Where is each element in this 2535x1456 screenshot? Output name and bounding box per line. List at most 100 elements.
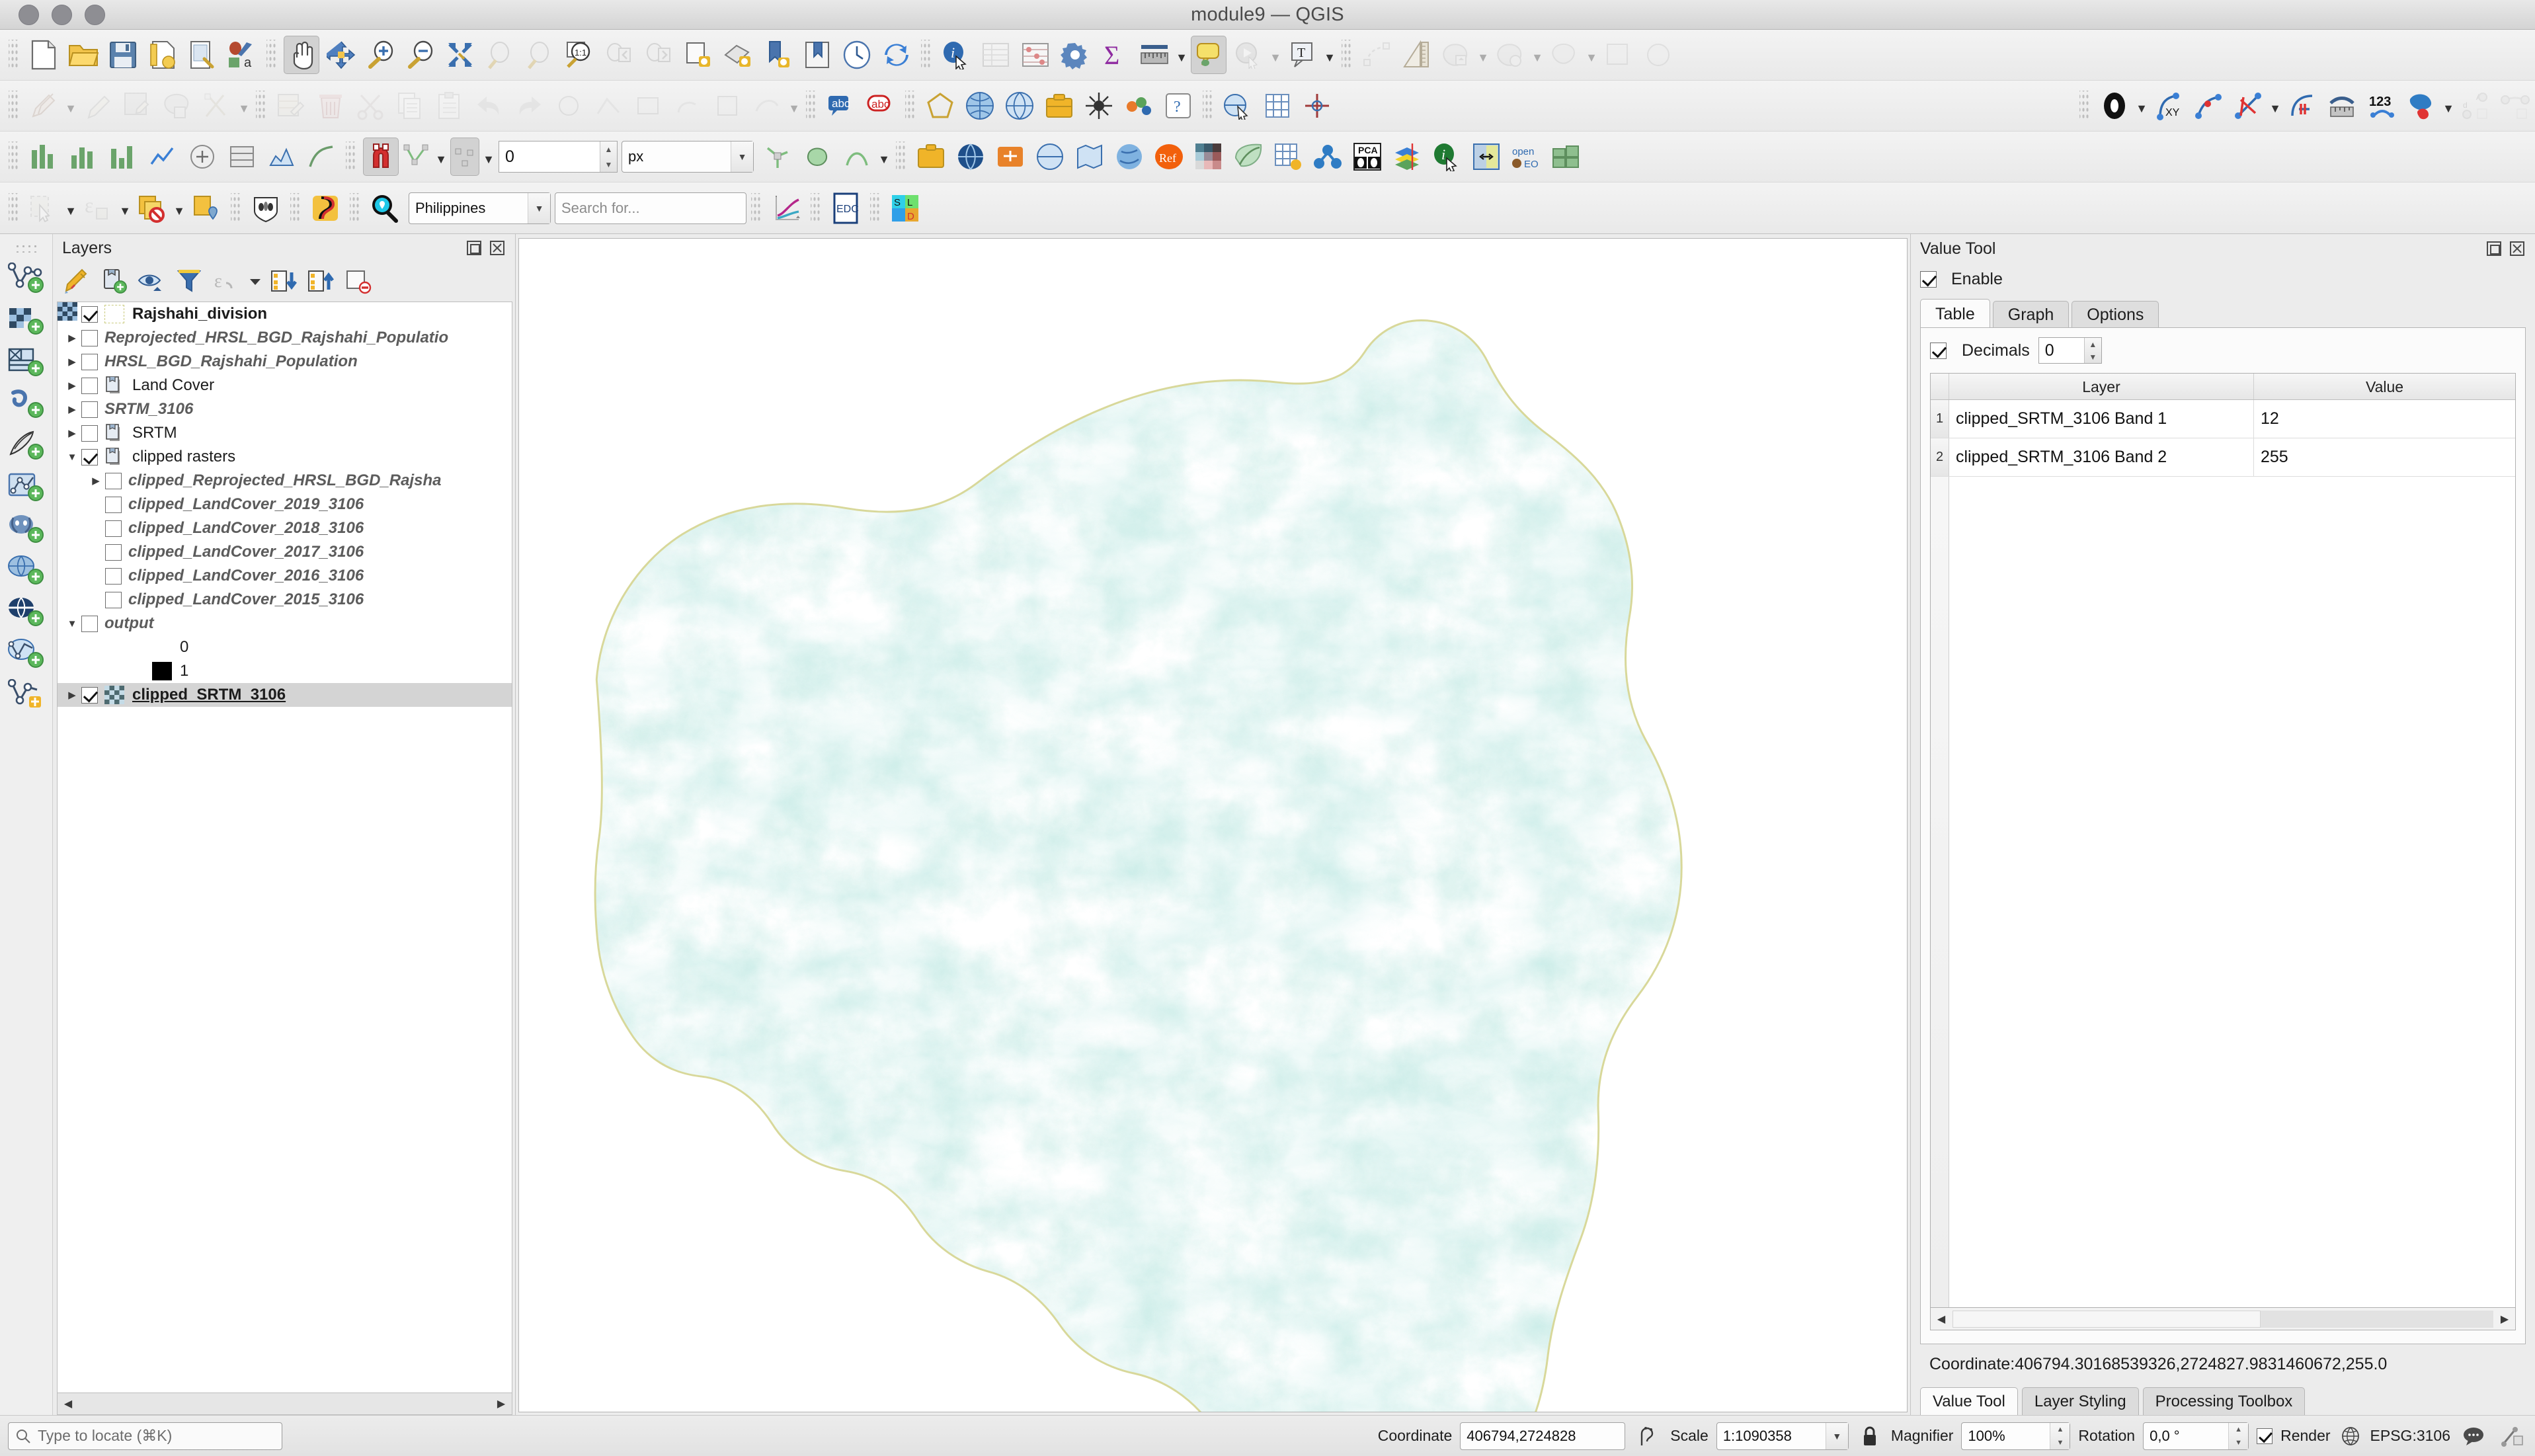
curve-icon[interactable] bbox=[303, 138, 339, 176]
raster-band-icon[interactable] bbox=[224, 138, 260, 176]
circle-tool-icon[interactable] bbox=[2097, 87, 2132, 125]
layer-visibility-checkbox[interactable] bbox=[81, 425, 98, 442]
snapping-tolerance-input[interactable] bbox=[499, 142, 600, 172]
snapping-options-caret[interactable]: ▼ bbox=[877, 138, 891, 176]
chevron-down-icon[interactable]: ▼ bbox=[528, 192, 550, 223]
toolbar-grip[interactable] bbox=[9, 142, 19, 172]
scroll-right-icon[interactable]: ▶ bbox=[2496, 1311, 2513, 1328]
zoom-next-icon[interactable] bbox=[641, 36, 676, 74]
new-geopackage-layer-icon[interactable] bbox=[3, 465, 50, 506]
open-attribute-table-icon[interactable] bbox=[978, 36, 1014, 74]
run-action-caret[interactable]: ▼ bbox=[1268, 36, 1283, 74]
stepper-down-icon[interactable]: ▼ bbox=[2085, 350, 2101, 363]
openeo-plugin-icon[interactable]: open EO bbox=[1508, 138, 1544, 176]
digitize-vertices-icon[interactable] bbox=[2191, 87, 2226, 125]
reshape-caret[interactable]: ▼ bbox=[787, 87, 801, 125]
circles-plugin-icon[interactable] bbox=[1121, 87, 1156, 125]
scale-combo[interactable]: 1:1090358 ▼ bbox=[1716, 1422, 1849, 1450]
rotation-arrows[interactable]: ▲ ▼ bbox=[2228, 1422, 2249, 1449]
add-mesh-layer-icon[interactable] bbox=[3, 382, 50, 423]
add-ring-icon[interactable] bbox=[630, 87, 666, 125]
layer-tree-row[interactable]: clipped_LandCover_2018_3106 bbox=[58, 302, 512, 540]
temporal-profile-icon[interactable] bbox=[768, 189, 804, 227]
qgis2web-icon[interactable] bbox=[1220, 87, 1256, 125]
deselect-all-caret[interactable]: ▼ bbox=[172, 189, 186, 227]
text-annotation-icon[interactable]: T bbox=[1285, 36, 1320, 74]
line-chart-blue-icon[interactable] bbox=[145, 138, 181, 176]
plugin-globe2-icon[interactable] bbox=[1032, 138, 1068, 176]
toolbar-grip[interactable] bbox=[870, 192, 881, 223]
advanced-digitizing-icon[interactable] bbox=[1398, 36, 1434, 74]
chevron-right-icon[interactable]: ▶ bbox=[63, 427, 81, 439]
color-matrix-icon[interactable] bbox=[1191, 138, 1227, 176]
add-postgis-layer-icon[interactable] bbox=[3, 506, 50, 548]
current-edits-icon[interactable] bbox=[80, 87, 116, 125]
select-features-value-icon[interactable] bbox=[1601, 36, 1636, 74]
layer-visibility-checkbox[interactable] bbox=[105, 544, 122, 561]
plugin-box-yellow-icon[interactable] bbox=[913, 138, 949, 176]
layer-tree-row[interactable]: ▶ Reprojected_HRSL_BGD_Rajshahi_Populatio bbox=[58, 302, 512, 350]
move-annotation-icon[interactable] bbox=[1359, 36, 1394, 74]
toolbar-grip[interactable] bbox=[9, 40, 19, 70]
decimals-arrows[interactable]: ▲ ▼ bbox=[2083, 338, 2101, 363]
grid-plugin-icon[interactable] bbox=[1270, 138, 1306, 176]
layer-visibility-checkbox[interactable] bbox=[105, 591, 122, 608]
plugin-map-icon[interactable] bbox=[1072, 138, 1107, 176]
new-print-layout-icon[interactable] bbox=[145, 36, 181, 74]
digitize-xy-icon[interactable]: XY bbox=[2151, 87, 2187, 125]
deselect-icon[interactable] bbox=[1547, 36, 1582, 74]
remove-layer-icon[interactable] bbox=[341, 266, 376, 298]
globe-plugin-icon[interactable] bbox=[953, 138, 988, 176]
add-group-icon[interactable] bbox=[98, 266, 132, 298]
zoom-native-resolution-icon[interactable]: 1:1 bbox=[561, 36, 597, 74]
cut-features-icon[interactable] bbox=[352, 87, 388, 125]
column-header-value[interactable]: Value bbox=[2254, 374, 2515, 399]
measure-dropdown-caret[interactable]: ▼ bbox=[1174, 36, 1189, 74]
toggle-extents-icon[interactable] bbox=[1633, 1426, 1662, 1447]
style-manager-icon[interactable]: a bbox=[224, 36, 260, 74]
column-header-layer[interactable]: Layer bbox=[1949, 374, 2254, 399]
add-point-feature-icon[interactable] bbox=[551, 87, 586, 125]
reshape-features-icon[interactable] bbox=[749, 87, 785, 125]
chevron-right-icon[interactable]: ▶ bbox=[63, 403, 81, 415]
decimals-checkbox[interactable] bbox=[1930, 342, 1947, 359]
bottom-tab-layer-styling[interactable]: Layer Styling bbox=[2021, 1387, 2139, 1415]
digitize-caret[interactable]: ▼ bbox=[2268, 87, 2282, 125]
toolbar-grip[interactable] bbox=[231, 192, 241, 223]
snapping-mode-caret[interactable]: ▼ bbox=[434, 138, 448, 176]
chevron-right-icon[interactable]: ▶ bbox=[63, 689, 81, 701]
select-expression-caret[interactable]: ▼ bbox=[118, 189, 132, 227]
crs-globe-icon[interactable] bbox=[2339, 1426, 2362, 1445]
bar-chart-green3-icon[interactable] bbox=[105, 138, 141, 176]
circle-caret[interactable]: ▼ bbox=[2134, 87, 2149, 125]
add-part-icon[interactable] bbox=[709, 87, 745, 125]
toolbar-grip[interactable] bbox=[1342, 40, 1352, 70]
reference-layer-icon[interactable]: Ref bbox=[1151, 138, 1187, 176]
chevron-down-icon[interactable]: ▼ bbox=[731, 142, 753, 172]
annotation-caret[interactable]: ▼ bbox=[1322, 36, 1337, 74]
bar-chart-green-icon[interactable] bbox=[26, 138, 61, 176]
add-wcs-layer-icon[interactable] bbox=[3, 590, 50, 631]
layer-tree-row[interactable]: clipped_LandCover_2016_3106 bbox=[58, 302, 512, 588]
snapping-magnet-icon[interactable] bbox=[363, 138, 399, 176]
zoom-to-layer-icon[interactable] bbox=[522, 36, 557, 74]
scroll-left-icon[interactable]: ◀ bbox=[1933, 1311, 1950, 1328]
georeferencer-icon[interactable] bbox=[962, 87, 998, 125]
toolbar-grip[interactable] bbox=[806, 91, 817, 121]
parallel-lines-icon[interactable] bbox=[2284, 87, 2320, 125]
snapping-units-combo[interactable]: px ▼ bbox=[622, 141, 754, 173]
layer-tree-row[interactable]: 0 bbox=[58, 635, 512, 659]
value-table-hscrollbar[interactable]: ◀ ▶ bbox=[1930, 1308, 2516, 1330]
geocoder-search-input[interactable]: Search for... bbox=[555, 192, 746, 224]
topological-editing-icon[interactable] bbox=[760, 138, 795, 176]
label-toolbar-icon[interactable]: abc bbox=[823, 87, 859, 125]
layers-tree[interactable]: Rajshahi_division ▶ Reprojected_HRSL_BGD_R… bbox=[57, 302, 512, 1393]
vertex-tool-icon[interactable] bbox=[199, 87, 235, 125]
chevron-right-icon[interactable]: ▶ bbox=[63, 332, 81, 344]
filter-by-expression-icon[interactable]: ε bbox=[209, 266, 243, 298]
map-canvas[interactable] bbox=[518, 238, 1908, 1412]
mask-plugin-icon[interactable] bbox=[248, 189, 284, 227]
stepper-up-icon[interactable]: ▲ bbox=[2085, 338, 2101, 350]
layer-tree-row[interactable]: ▶ SRTM bbox=[58, 421, 512, 445]
identify-by-expression-icon[interactable] bbox=[1640, 36, 1676, 74]
